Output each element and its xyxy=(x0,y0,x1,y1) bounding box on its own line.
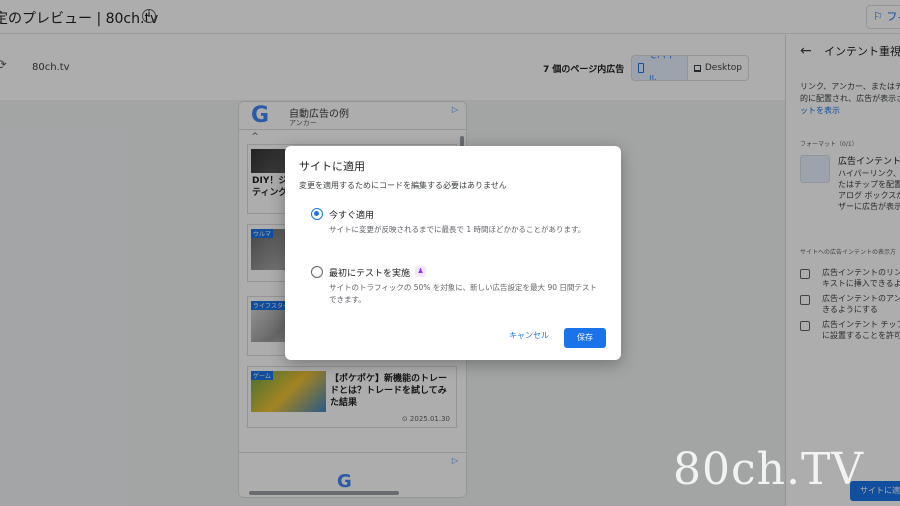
cancel-button[interactable]: キャンセル xyxy=(509,330,549,341)
test-first-description: サイトのトラフィックの 50% を対象に、新しい広告設定を最大 90 日間テスト… xyxy=(329,283,597,304)
apply-now-label[interactable]: 今すぐ適用 xyxy=(329,208,374,221)
test-first-radio[interactable] xyxy=(311,266,323,278)
apply-to-site-dialog: サイトに適用 変更を適用するためにコードを編集する必要はありません 今すぐ適用 … xyxy=(285,146,621,360)
apply-now-description: サイトに変更が反映されるまでに最長で 1 時間ほどかかることがあります。 xyxy=(329,225,586,234)
apply-now-radio[interactable] xyxy=(311,208,323,220)
test-first-label[interactable]: 最初にテストを実施 xyxy=(329,266,410,279)
watermark: 80ch.TV xyxy=(673,444,865,495)
experiment-icon: ♟ xyxy=(415,266,426,277)
dialog-subtitle: 変更を適用するためにコードを編集する必要はありません xyxy=(299,181,507,190)
save-button[interactable]: 保存 xyxy=(564,328,606,348)
dialog-title: サイトに適用 xyxy=(299,160,365,173)
